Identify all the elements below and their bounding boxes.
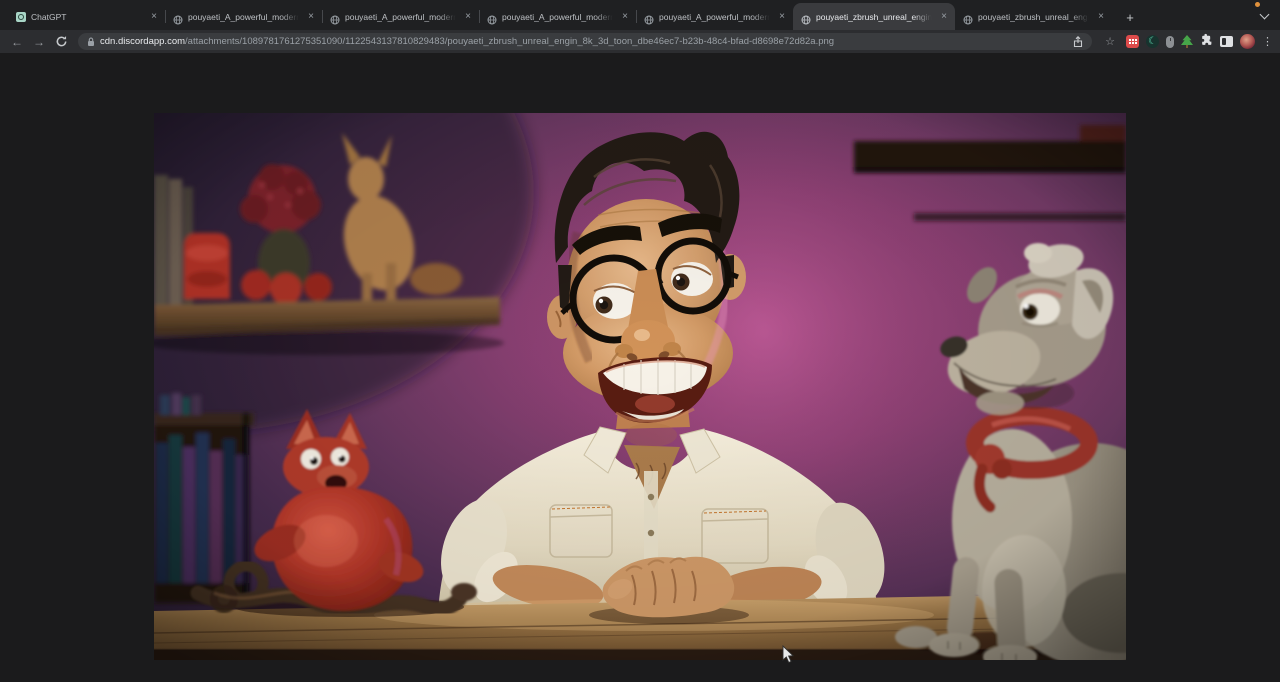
tab-title: pouyaeti_A_powerful_modern xyxy=(659,12,772,22)
tab-close-icon[interactable]: × xyxy=(1096,12,1106,22)
forward-button[interactable]: → xyxy=(30,33,48,51)
tab-active-zbrush[interactable]: pouyaeti_zbrush_unreal_engin × xyxy=(793,3,955,30)
globe-favicon-icon xyxy=(644,12,654,22)
tree-crown xyxy=(1181,35,1193,45)
url-path: /attachments/1089781761275351090/1122543… xyxy=(185,36,834,47)
tab-close-icon[interactable]: × xyxy=(463,12,473,22)
page-content xyxy=(0,53,1280,682)
chatgpt-favicon-icon xyxy=(16,12,26,22)
discord-image[interactable] xyxy=(154,113,1126,660)
tab-close-icon[interactable]: × xyxy=(939,12,949,22)
vignette xyxy=(154,113,1126,660)
tab-title: pouyaeti_zbrush_unreal_engin xyxy=(978,12,1091,22)
tree-trunk xyxy=(1186,45,1188,48)
globe-favicon-icon xyxy=(487,12,497,22)
tab-pouyaeti-1[interactable]: pouyaeti_A_powerful_modern × xyxy=(165,3,322,30)
browser-toolbar: ← → cdn.discordapp.com/attachments/10897… xyxy=(0,30,1280,53)
red-extension-icon[interactable] xyxy=(1126,35,1139,48)
tab-title: pouyaeti_zbrush_unreal_engin xyxy=(816,12,934,22)
notification-dot xyxy=(1255,2,1260,7)
tab-title: ChatGPT xyxy=(31,12,144,22)
tab-pouyaeti-2[interactable]: pouyaeti_A_powerful_modern × xyxy=(322,3,479,30)
moon-extension-icon[interactable]: ☾ xyxy=(1146,35,1159,48)
tab-strip: ChatGPT × pouyaeti_A_powerful_modern × p… xyxy=(0,0,1280,30)
tab-close-icon[interactable]: × xyxy=(149,12,159,22)
globe-favicon-icon xyxy=(801,12,811,22)
menu-icon[interactable]: ⋮ xyxy=(1262,35,1272,48)
tab-search-chevron-icon[interactable] xyxy=(1260,10,1270,20)
tree-extension-icon[interactable] xyxy=(1181,35,1193,48)
extensions-puzzle-icon[interactable] xyxy=(1200,33,1213,51)
browser-window: ChatGPT × pouyaeti_A_powerful_modern × p… xyxy=(0,0,1280,682)
tab-pouyaeti-3[interactable]: pouyaeti_A_powerful_modern × xyxy=(479,3,636,30)
share-icon[interactable] xyxy=(1073,36,1083,48)
scene-illustration xyxy=(154,113,1126,660)
profile-avatar[interactable] xyxy=(1240,34,1255,49)
address-bar[interactable]: cdn.discordapp.com/attachments/108978176… xyxy=(78,33,1092,50)
url-text: cdn.discordapp.com/attachments/108978176… xyxy=(100,36,1068,47)
tab-close-icon[interactable]: × xyxy=(620,12,630,22)
extensions-row: ☾ ⋮ xyxy=(1126,33,1272,51)
mouse-extension-icon[interactable] xyxy=(1166,36,1174,48)
back-button[interactable]: ← xyxy=(8,33,26,51)
tab-strip-right xyxy=(1240,0,1280,30)
tab-close-icon[interactable]: × xyxy=(306,12,316,22)
tab-title: pouyaeti_A_powerful_modern xyxy=(345,12,458,22)
globe-favicon-icon xyxy=(173,12,183,22)
new-tab-button[interactable]: + xyxy=(1118,5,1142,29)
globe-favicon-icon xyxy=(330,12,340,22)
lock-icon[interactable] xyxy=(87,37,95,47)
reload-button[interactable] xyxy=(52,33,70,51)
mouse-cursor xyxy=(782,645,795,664)
tab-zbrush-2[interactable]: pouyaeti_zbrush_unreal_engin × xyxy=(955,3,1112,30)
tab-pouyaeti-4[interactable]: pouyaeti_A_powerful_modern × xyxy=(636,3,793,30)
bookmark-star-icon[interactable]: ☆ xyxy=(1102,35,1118,48)
tab-title: pouyaeti_A_powerful_modern xyxy=(188,12,301,22)
globe-favicon-icon xyxy=(963,12,973,22)
tab-title: pouyaeti_A_powerful_modern xyxy=(502,12,615,22)
side-panel-icon[interactable] xyxy=(1220,36,1233,47)
tab-chatgpt[interactable]: ChatGPT × xyxy=(8,3,165,30)
url-domain: cdn.discordapp.com xyxy=(100,36,185,47)
tab-close-icon[interactable]: × xyxy=(777,12,787,22)
